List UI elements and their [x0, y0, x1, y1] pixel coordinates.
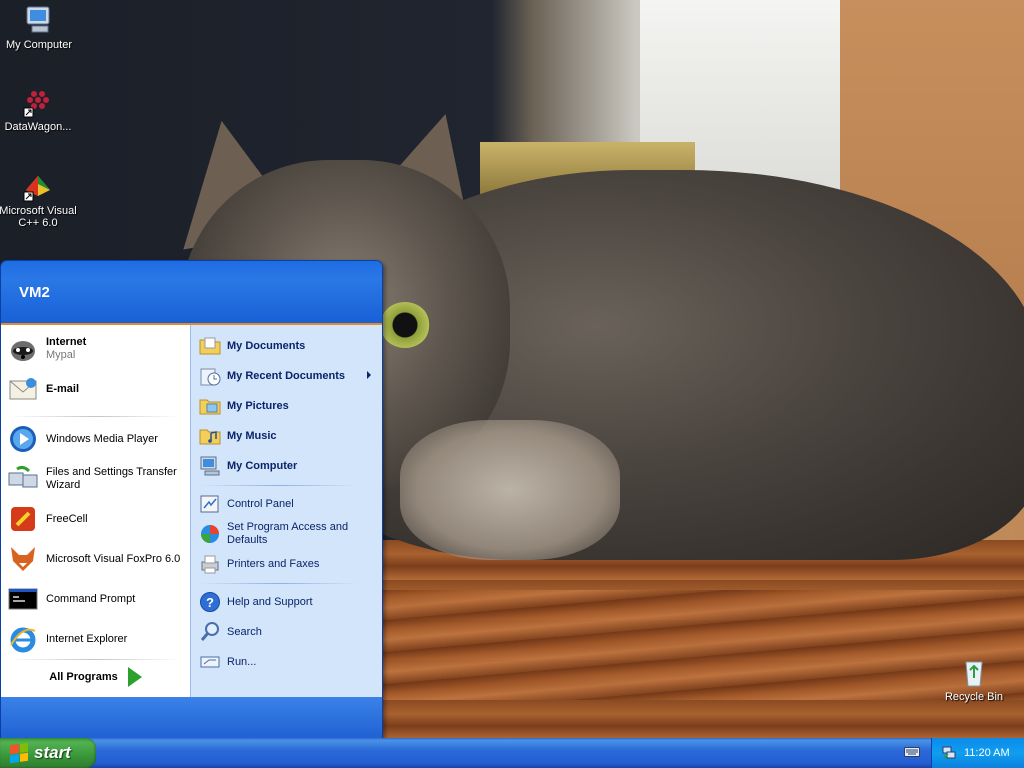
- keyboard-icon[interactable]: [904, 746, 920, 758]
- desktop-icon-label: Microsoft Visual C++ 6.0: [0, 205, 77, 229]
- settings-item-label: Printers and Faxes: [227, 557, 320, 570]
- pinned-item-label: E-mail: [46, 382, 80, 395]
- freecell-icon: [11, 507, 35, 531]
- settings-item-label: Set Program Access and Defaults: [227, 521, 349, 546]
- settings-item-label: Control Panel: [227, 497, 294, 510]
- desktop-icon-datawagon[interactable]: DataWagon...: [0, 86, 78, 133]
- email-icon: [9, 378, 37, 400]
- settings-item-program-defaults[interactable]: Set Program Access and Defaults: [199, 521, 379, 547]
- menu-separator: [9, 659, 181, 660]
- visual-cpp-icon: [23, 176, 50, 202]
- transfer-wizard-icon: [8, 465, 38, 488]
- system-tray: 11:20 AM: [931, 738, 1024, 768]
- recent-item-freecell[interactable]: FreeCell: [7, 503, 187, 535]
- user-name: VM2: [19, 283, 50, 301]
- all-programs-label: All Programs: [49, 671, 118, 683]
- printer-icon: [201, 555, 219, 574]
- recent-item-foxpro[interactable]: Microsoft Visual FoxPro 6.0: [7, 543, 187, 575]
- wallpaper-cat-chest: [400, 420, 620, 560]
- search-icon: [200, 622, 219, 641]
- pinned-item-email[interactable]: E-mail: [7, 373, 187, 405]
- menu-separator: [199, 583, 359, 584]
- internet-explorer-icon: [10, 627, 36, 653]
- svg-text:?: ?: [206, 595, 214, 610]
- place-item-label: My Computer: [227, 459, 298, 472]
- foxpro-icon: [11, 547, 35, 571]
- place-item-my-computer[interactable]: My Computer: [199, 455, 379, 477]
- start-menu-body: Internet Mypal E-mail Windows Media Playe…: [1, 325, 382, 697]
- recent-item-label: Windows Media Player: [46, 432, 158, 445]
- tool-item-help[interactable]: ? Help and Support: [199, 591, 379, 613]
- all-programs-button[interactable]: All Programs: [1, 663, 190, 691]
- computer-icon: [200, 456, 220, 476]
- my-computer-icon: [26, 6, 50, 33]
- place-item-label: My Documents: [227, 339, 306, 352]
- control-panel-icon: [200, 495, 219, 513]
- wallpaper-table-edge: [360, 590, 1024, 700]
- pinned-item-internet[interactable]: Internet Mypal: [7, 333, 187, 365]
- recent-item-internet-explorer[interactable]: Internet Explorer: [7, 623, 187, 655]
- menu-separator: [199, 485, 359, 486]
- start-menu-header: VM2: [1, 261, 382, 325]
- windows-flag-icon: [10, 742, 28, 764]
- media-player-icon: [10, 426, 36, 452]
- pinned-item-label: Internet: [46, 336, 87, 348]
- place-item-label: My Music: [227, 429, 277, 442]
- recent-item-transfer-wizard[interactable]: Files and Settings Transfer Wizard: [7, 463, 187, 495]
- recent-item-label: Files and Settings Transfer Wizard: [46, 466, 177, 491]
- start-menu-footer: [1, 697, 382, 740]
- desktop-icon-label: My Computer: [5, 39, 73, 51]
- run-icon: [200, 656, 220, 668]
- desktop-icon-visual-cpp[interactable]: Microsoft Visual C++ 6.0: [0, 170, 78, 229]
- tool-item-search[interactable]: Search: [199, 621, 379, 643]
- start-button-label: start: [34, 743, 71, 762]
- recent-documents-icon: [200, 368, 221, 386]
- command-prompt-icon: [8, 588, 38, 610]
- start-menu: VM2 Internet Mypal E-mail Windows Media …: [0, 260, 383, 741]
- tool-item-label: Help and Support: [227, 595, 313, 608]
- folder-music-icon: [199, 429, 221, 445]
- tool-item-run[interactable]: Run...: [199, 651, 379, 673]
- recent-item-label: Microsoft Visual FoxPro 6.0: [46, 552, 181, 565]
- place-item-my-music[interactable]: My Music: [199, 425, 379, 447]
- mypal-browser-icon: [11, 341, 35, 361]
- recent-item-media-player[interactable]: Windows Media Player: [7, 423, 187, 455]
- network-icon[interactable]: [942, 746, 956, 760]
- place-item-my-pictures[interactable]: My Pictures: [199, 395, 379, 417]
- help-icon: ?: [200, 592, 220, 612]
- program-defaults-icon: [201, 525, 219, 543]
- desktop-icon-label: Recycle Bin: [944, 691, 1004, 703]
- start-menu-right-pane: My Documents My Recent Documents My Pict…: [190, 325, 382, 697]
- taskbar: start 11:20 AM: [0, 738, 1024, 768]
- desktop-icon-label: DataWagon...: [4, 121, 72, 133]
- recycle-bin-icon: [965, 661, 983, 687]
- desktop-icon-recycle-bin[interactable]: Recycle Bin: [934, 656, 1014, 703]
- recent-item-label: FreeCell: [46, 512, 88, 525]
- desktop-icon-my-computer[interactable]: My Computer: [0, 4, 79, 51]
- settings-item-printers[interactable]: Printers and Faxes: [199, 553, 379, 575]
- submenu-arrow-icon: [367, 371, 371, 379]
- recent-item-command-prompt[interactable]: Command Prompt: [7, 583, 187, 615]
- place-item-label: My Recent Documents: [227, 369, 345, 382]
- datawagon-icon: [23, 91, 49, 118]
- wallpaper-cat-eye: [380, 302, 430, 348]
- place-item-my-documents[interactable]: My Documents: [199, 335, 379, 357]
- folder-documents-icon: [199, 337, 221, 355]
- start-button[interactable]: start: [0, 738, 96, 768]
- menu-separator: [9, 416, 181, 417]
- place-item-label: My Pictures: [227, 399, 289, 412]
- clock[interactable]: 11:20 AM: [964, 747, 1010, 759]
- settings-item-control-panel[interactable]: Control Panel: [199, 493, 379, 515]
- place-item-my-recent-documents[interactable]: My Recent Documents: [199, 365, 379, 387]
- recent-item-label: Command Prompt: [46, 592, 136, 605]
- tool-item-label: Search: [227, 625, 262, 638]
- tool-item-label: Run...: [227, 655, 257, 668]
- start-menu-left-pane: Internet Mypal E-mail Windows Media Playe…: [1, 325, 190, 697]
- recent-item-label: Internet Explorer: [46, 632, 128, 645]
- green-arrow-icon: [127, 667, 142, 687]
- folder-pictures-icon: [199, 399, 221, 415]
- pinned-item-sublabel: Mypal: [46, 349, 76, 361]
